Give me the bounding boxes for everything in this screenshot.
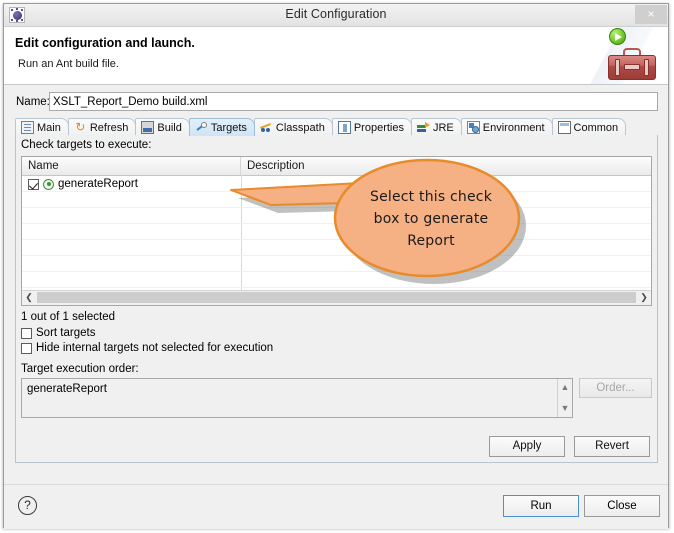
tab-main[interactable]: Main — [15, 118, 69, 136]
environment-icon — [467, 121, 480, 134]
tab-label: Targets — [211, 122, 247, 134]
tab-build[interactable]: Build — [135, 118, 189, 136]
targets-table[interactable]: Name Description generateReport — [21, 156, 652, 306]
common-icon — [558, 121, 571, 134]
targets-panel: Check targets to execute: Name Descripti… — [15, 135, 658, 463]
tab-label: Build — [157, 122, 181, 134]
chevron-right-icon[interactable]: ❯ — [637, 291, 651, 304]
table-row[interactable] — [22, 272, 651, 288]
tab-classpath[interactable]: Classpath — [254, 118, 333, 136]
check-targets-label: Check targets to execute: — [21, 139, 151, 151]
window-title: Edit Configuration — [4, 7, 668, 21]
targets-icon — [195, 121, 208, 134]
tab-properties[interactable]: Properties — [332, 118, 412, 136]
dialog-header: Edit configuration and launch. Run an An… — [4, 27, 668, 85]
execution-order-scrollbar[interactable]: ▲ ▼ — [557, 379, 572, 417]
name-input[interactable] — [49, 92, 658, 111]
table-row[interactable] — [22, 192, 651, 208]
chevron-down-icon[interactable]: ▼ — [558, 402, 572, 415]
tab-common[interactable]: Common — [552, 118, 627, 136]
table-row[interactable] — [22, 224, 651, 240]
hide-internal-targets-checkbox[interactable] — [21, 343, 32, 354]
target-type-icon — [43, 179, 54, 190]
column-header-description[interactable]: Description — [241, 157, 651, 175]
main-icon — [21, 121, 34, 134]
table-horizontal-scrollbar[interactable]: ❮ ❯ — [22, 290, 651, 305]
tab-label: JRE — [433, 122, 454, 134]
name-row: Name: — [4, 92, 668, 114]
revert-button[interactable]: Revert — [574, 436, 650, 457]
dialog-footer: ? Run Close — [4, 484, 668, 529]
jre-icon — [417, 121, 430, 134]
tab-environment[interactable]: Environment — [461, 118, 553, 136]
selection-status: 1 out of 1 selected — [21, 311, 115, 323]
edit-configuration-dialog: Edit Configuration × Edit configuration … — [3, 3, 669, 528]
title-bar: Edit Configuration × — [4, 4, 668, 27]
sort-targets-checkbox[interactable] — [21, 328, 32, 339]
sort-targets-option[interactable]: Sort targets — [21, 327, 95, 339]
table-row[interactable] — [22, 256, 651, 272]
chevron-left-icon[interactable]: ❮ — [22, 291, 36, 304]
play-icon — [609, 28, 626, 45]
table-row[interactable] — [22, 208, 651, 224]
name-label: Name: — [16, 96, 50, 108]
refresh-icon: ↻ — [74, 121, 87, 134]
help-question-icon[interactable]: ? — [18, 496, 37, 515]
tab-bar: Main ↻ Refresh Build Targets Classpath P… — [15, 117, 658, 137]
apply-button[interactable]: Apply — [489, 436, 565, 457]
tab-label: Common — [574, 122, 619, 134]
order-button[interactable]: Order... — [579, 378, 652, 398]
table-row-generate-report[interactable]: generateReport — [22, 176, 138, 192]
tab-jre[interactable]: JRE — [411, 118, 462, 136]
chevron-up-icon[interactable]: ▲ — [558, 381, 572, 394]
table-header: Name Description — [22, 157, 651, 176]
ant-toolbox-icon — [608, 47, 656, 80]
tab-label: Classpath — [276, 122, 325, 134]
scrollbar-thumb[interactable] — [37, 292, 636, 303]
table-row[interactable] — [22, 240, 651, 256]
close-icon[interactable]: × — [635, 5, 667, 24]
execution-order-value: generateReport — [27, 383, 107, 395]
execution-order-list[interactable]: generateReport ▲ ▼ — [21, 378, 573, 418]
build-icon — [141, 121, 154, 134]
tab-refresh[interactable]: ↻ Refresh — [68, 118, 137, 136]
column-header-name[interactable]: Name — [22, 157, 241, 175]
target-checkbox[interactable] — [28, 179, 39, 190]
tab-label: Environment — [483, 122, 545, 134]
properties-icon — [338, 121, 351, 134]
execution-order-label: Target execution order: — [21, 363, 139, 375]
hide-internal-targets-option[interactable]: Hide internal targets not selected for e… — [21, 342, 273, 354]
close-button[interactable]: Close — [584, 495, 660, 517]
target-name: generateReport — [58, 178, 138, 190]
sort-targets-label: Sort targets — [36, 327, 95, 339]
tab-label: Main — [37, 122, 61, 134]
header-title: Edit configuration and launch. — [15, 36, 195, 50]
classpath-icon — [260, 121, 273, 134]
hide-internal-targets-label: Hide internal targets not selected for e… — [36, 342, 273, 354]
dialog-body: Name: Main ↻ Refresh Build Targets — [4, 85, 668, 529]
header-subtitle: Run an Ant build file. — [18, 58, 119, 70]
tab-targets[interactable]: Targets — [189, 118, 255, 136]
tab-label: Refresh — [90, 122, 129, 134]
run-button[interactable]: Run — [503, 495, 579, 517]
tab-label: Properties — [354, 122, 404, 134]
